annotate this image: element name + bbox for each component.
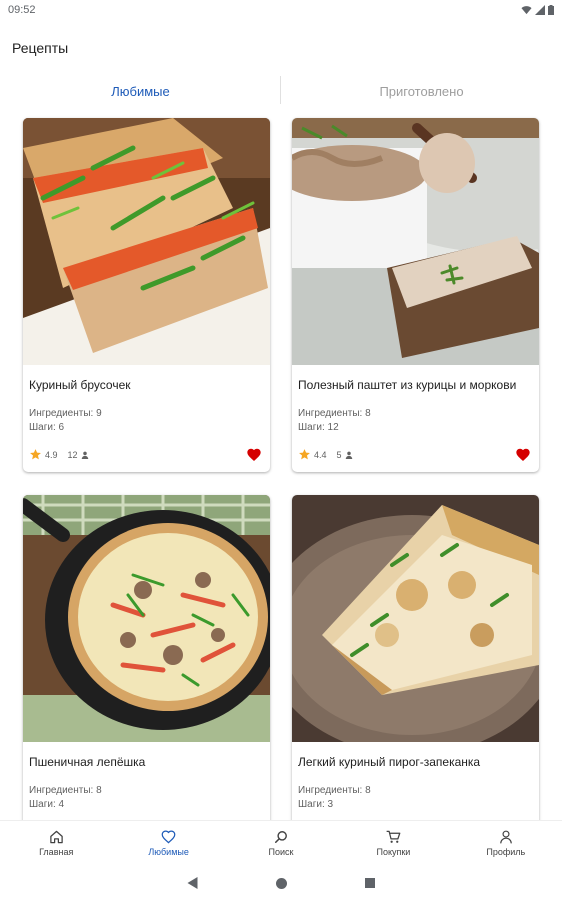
- wifi-icon: [521, 6, 532, 15]
- system-navigation-bar: [0, 866, 562, 900]
- tab-favorites[interactable]: Любимые: [0, 76, 281, 106]
- tab-divider: [280, 76, 281, 104]
- status-bar: 09:52: [0, 0, 562, 20]
- recipe-card[interactable]: Куриный брусочек Ингредиенты: 9 Шаги: 6 …: [23, 118, 270, 472]
- rating-value: 4.9: [45, 449, 58, 460]
- search-icon: [275, 831, 287, 844]
- reviews-count: 12: [67, 449, 78, 460]
- recipe-steps: Шаги: 6: [29, 422, 65, 433]
- person-small-icon: [345, 451, 352, 459]
- nav-favorites-label: Любимые: [148, 847, 189, 857]
- star-icon: [299, 449, 310, 460]
- nav-profile[interactable]: Профиль: [450, 821, 562, 866]
- recipe-steps: Шаги: 3: [298, 799, 334, 810]
- page-title: Рецепты: [12, 40, 69, 56]
- signal-icon: [535, 5, 545, 15]
- recipe-ingredients: Ингредиенты: 8: [29, 785, 102, 796]
- rating-value: 4.4: [314, 449, 327, 460]
- person-small-icon: [81, 451, 88, 459]
- recipe-image-wheat-flatbread: [23, 495, 270, 742]
- home-icon: [49, 830, 63, 844]
- back-button[interactable]: [187, 877, 198, 889]
- recipe-image-chicken-pie: [292, 495, 539, 742]
- rating-row: 4.4 5: [298, 448, 353, 461]
- home-circle-icon: [276, 877, 287, 889]
- home-button[interactable]: [276, 877, 287, 889]
- nav-favorites[interactable]: Любимые: [112, 821, 224, 866]
- tab-bar: Любимые Приготовлено: [0, 76, 562, 106]
- nav-shopping-label: Покупки: [376, 847, 411, 857]
- recipe-title: Куриный брусочек: [29, 378, 131, 392]
- status-time: 09:52: [8, 4, 36, 16]
- nav-home-label: Главная: [39, 847, 74, 857]
- recipe-image-chicken-loaf: [23, 118, 270, 365]
- status-icons: [521, 5, 554, 15]
- reviews-count: 5: [336, 449, 342, 460]
- heart-outline-icon: [161, 830, 176, 844]
- recipe-ingredients: Ингредиенты: 9: [29, 408, 102, 419]
- favorite-heart-icon[interactable]: [515, 447, 531, 463]
- person-icon: [499, 830, 512, 844]
- rating-row: 4.9 12: [29, 448, 89, 461]
- recipe-title: Полезный паштет из курицы и моркови: [298, 378, 517, 392]
- recipe-title: Легкий куриный пирог-запеканка: [298, 755, 481, 769]
- recipe-steps: Шаги: 4: [29, 799, 65, 810]
- recipe-steps: Шаги: 12: [298, 422, 339, 433]
- recipe-grid: Куриный брусочек Ингредиенты: 9 Шаги: 6 …: [0, 106, 562, 820]
- recents-button[interactable]: [365, 878, 375, 888]
- recents-square-icon: [365, 878, 375, 888]
- battery-icon: [548, 5, 554, 15]
- recipe-ingredients: Ингредиенты: 8: [298, 408, 371, 419]
- cart-icon: [386, 830, 401, 843]
- recipe-image-chicken-pate: [292, 118, 539, 365]
- nav-shopping[interactable]: Покупки: [337, 821, 449, 866]
- nav-search[interactable]: Поиск: [225, 821, 337, 866]
- nav-profile-label: Профиль: [486, 847, 526, 857]
- app-bar: Рецепты: [0, 20, 562, 76]
- nav-home[interactable]: Главная: [0, 821, 112, 866]
- recipe-ingredients: Ингредиенты: 8: [298, 785, 371, 796]
- nav-search-label: Поиск: [268, 847, 294, 857]
- favorite-heart-icon[interactable]: [246, 447, 262, 463]
- bottom-navigation: Главная Любимые Поиск Покупки Профиль: [0, 820, 562, 866]
- back-triangle-icon: [187, 877, 198, 889]
- recipe-card[interactable]: Пшеничная лепёшка Ингредиенты: 8 Шаги: 4: [23, 495, 270, 820]
- recipe-card[interactable]: Полезный паштет из курицы и моркови Ингр…: [292, 118, 539, 472]
- tab-cooked[interactable]: Приготовлено: [281, 76, 562, 106]
- recipe-title: Пшеничная лепёшка: [29, 755, 146, 769]
- recipe-card[interactable]: Легкий куриный пирог-запеканка Ингредиен…: [292, 495, 539, 820]
- star-icon: [30, 449, 41, 460]
